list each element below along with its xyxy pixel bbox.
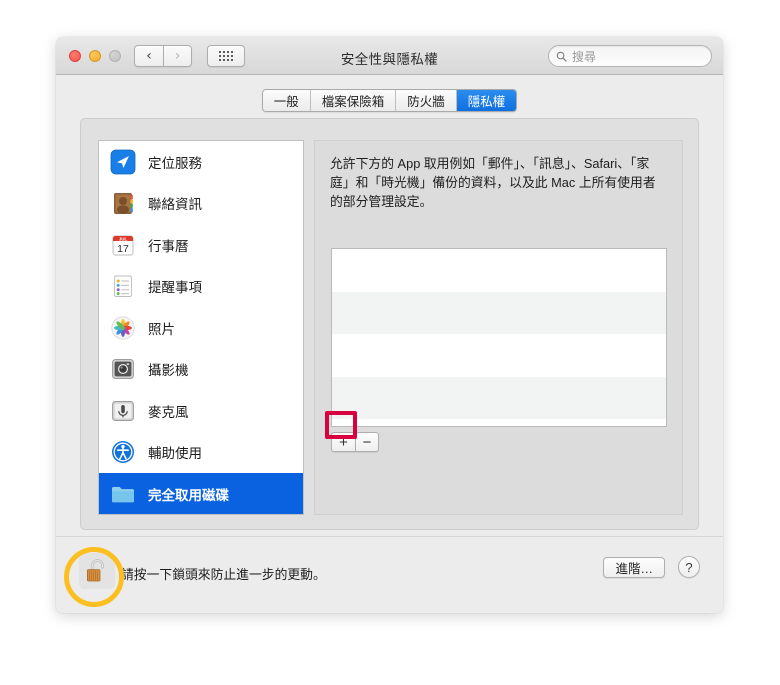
advanced-button[interactable]: 進階… <box>603 557 665 578</box>
list-item[interactable] <box>332 249 666 292</box>
sidebar-item-label: 照片 <box>148 321 175 337</box>
tab-filevault[interactable]: 檔案保險箱 <box>310 90 397 111</box>
search-field[interactable]: 搜尋 <box>548 45 712 67</box>
reminders-icon <box>110 273 136 299</box>
privacy-panel: 定位服務 聯絡資訊 JUL 17 行事曆 提醒事項 照片 攝影機 麥克風 輔助使… <box>80 118 699 530</box>
remove-app-button[interactable]: − <box>355 432 379 452</box>
sidebar-item-photos[interactable]: 照片 <box>99 307 303 349</box>
photos-icon <box>110 315 136 341</box>
sidebar-item-reminders[interactable]: 提醒事項 <box>99 266 303 308</box>
list-item[interactable] <box>332 291 666 334</box>
permission-description: 允許下方的 App 取用例如「郵件」、「訊息」、Safari、「家庭」和「時光機… <box>330 156 656 209</box>
search-input[interactable]: 搜尋 <box>572 48 596 65</box>
list-item[interactable] <box>332 334 666 377</box>
sidebar-item-full-disk-access[interactable]: 完全取用磁碟 <box>99 473 303 514</box>
microphone-icon <box>110 398 136 424</box>
sidebar-item-label: 攝影機 <box>148 363 189 379</box>
privacy-category-list[interactable]: 定位服務 聯絡資訊 JUL 17 行事曆 提醒事項 照片 攝影機 麥克風 輔助使… <box>98 140 304 515</box>
sidebar-item-label: 麥克風 <box>148 404 189 420</box>
window-bottom-bar: 請按一下鎖頭來防止進一步的更動。 進階… ? <box>56 536 723 613</box>
lock-button[interactable] <box>79 553 115 589</box>
allowed-apps-list[interactable] <box>331 248 667 427</box>
sidebar-item-contacts[interactable]: 聯絡資訊 <box>99 183 303 225</box>
sidebar-item-camera[interactable]: 攝影機 <box>99 349 303 391</box>
tab-general[interactable]: 一般 <box>262 90 311 111</box>
lock-hint-text: 請按一下鎖頭來防止進一步的更動。 <box>121 567 326 582</box>
full-disk-access-detail: 允許下方的 App 取用例如「郵件」、「訊息」、Safari、「家庭」和「時光機… <box>314 140 683 515</box>
unlocked-padlock-icon <box>86 559 104 582</box>
contacts-icon <box>110 190 136 216</box>
sidebar-item-accessibility[interactable]: 輔助使用 <box>99 432 303 474</box>
sidebar-item-label: 完全取用磁碟 <box>148 487 229 503</box>
list-item[interactable] <box>332 419 666 426</box>
search-icon <box>556 51 567 62</box>
calendar-icon: JUL 17 <box>110 232 136 258</box>
sidebar-item-label: 定位服務 <box>148 155 202 171</box>
system-preferences-window: ‹ › 安全性與隱私權 搜尋 一般 檔案保險箱 防火牆 隱私權 定位服務 聯絡資… <box>56 37 723 613</box>
tab-firewall[interactable]: 防火牆 <box>396 90 457 111</box>
sidebar-item-label: 提醒事項 <box>148 280 202 296</box>
camera-icon <box>110 356 136 382</box>
add-app-button[interactable]: + <box>331 432 355 452</box>
sidebar-item-label: 聯絡資訊 <box>148 197 202 213</box>
accessibility-icon <box>110 439 136 465</box>
window-toolbar: ‹ › 安全性與隱私權 搜尋 <box>56 37 723 75</box>
sidebar-item-label: 輔助使用 <box>148 446 202 462</box>
sidebar-item-microphone[interactable]: 麥克風 <box>99 390 303 432</box>
add-remove-button-group: + − <box>331 432 379 452</box>
list-item[interactable] <box>332 376 666 419</box>
svg-text:17: 17 <box>117 243 129 255</box>
tab-privacy[interactable]: 隱私權 <box>456 90 517 111</box>
sidebar-item-calendars[interactable]: JUL 17 行事曆 <box>99 224 303 266</box>
sidebar-item-label: 行事曆 <box>148 238 189 254</box>
folder-icon <box>110 481 136 507</box>
tab-bar: 一般 檔案保險箱 防火牆 隱私權 <box>56 89 723 112</box>
help-button[interactable]: ? <box>678 556 700 578</box>
sidebar-item-location-services[interactable]: 定位服務 <box>99 141 303 183</box>
location-services-icon <box>110 149 136 175</box>
svg-text:JUL: JUL <box>119 236 128 241</box>
